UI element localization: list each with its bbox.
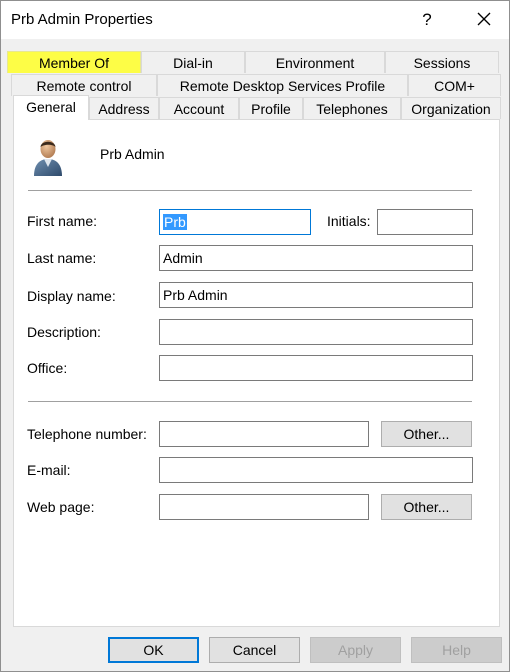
- telephone-other-button[interactable]: Other...: [381, 421, 472, 447]
- user-icon: [31, 137, 65, 177]
- user-display-header: Prb Admin: [100, 146, 165, 162]
- first-name-label: First name:: [27, 213, 98, 229]
- initials-label: Initials:: [327, 213, 371, 229]
- ok-button[interactable]: OK: [108, 637, 199, 663]
- display-name-label: Display name:: [27, 288, 116, 304]
- first-name-value: Prb: [163, 214, 187, 230]
- web-page-field[interactable]: [159, 494, 369, 520]
- last-name-field[interactable]: Admin: [159, 245, 473, 271]
- web-page-label: Web page:: [27, 499, 95, 515]
- properties-dialog: Prb Admin Properties ? Member Of Dial-in…: [0, 0, 510, 672]
- initials-field[interactable]: [377, 209, 473, 235]
- tab-environment[interactable]: Environment: [245, 51, 385, 73]
- telephone-label: Telephone number:: [27, 426, 147, 442]
- email-field[interactable]: [159, 457, 473, 483]
- close-button[interactable]: [471, 7, 497, 33]
- tab-rds-profile[interactable]: Remote Desktop Services Profile: [157, 74, 408, 96]
- tab-organization[interactable]: Organization: [401, 97, 501, 119]
- tab-com-plus[interactable]: COM+: [408, 74, 501, 96]
- apply-button[interactable]: Apply: [310, 637, 401, 663]
- separator: [28, 401, 472, 402]
- web-page-other-button[interactable]: Other...: [381, 494, 472, 520]
- description-label: Description:: [27, 324, 101, 340]
- tab-general[interactable]: General: [13, 95, 89, 120]
- last-name-label: Last name:: [27, 250, 97, 266]
- tab-member-of[interactable]: Member Of: [7, 51, 141, 73]
- help-button[interactable]: Help: [411, 637, 502, 663]
- tab-sessions[interactable]: Sessions: [385, 51, 499, 73]
- tab-dial-in[interactable]: Dial-in: [141, 51, 245, 73]
- first-name-field[interactable]: Prb: [159, 209, 311, 235]
- telephone-field[interactable]: [159, 421, 369, 447]
- office-field[interactable]: [159, 355, 473, 381]
- tab-telephones[interactable]: Telephones: [303, 97, 401, 119]
- tab-address[interactable]: Address: [89, 97, 159, 119]
- description-field[interactable]: [159, 319, 473, 345]
- close-icon: [477, 12, 491, 26]
- tab-profile[interactable]: Profile: [239, 97, 303, 119]
- tab-account[interactable]: Account: [159, 97, 239, 119]
- cancel-button[interactable]: Cancel: [209, 637, 300, 663]
- title-bar: Prb Admin Properties ?: [1, 1, 509, 39]
- display-name-field[interactable]: Prb Admin: [159, 282, 473, 308]
- help-title-button[interactable]: ?: [415, 7, 439, 33]
- office-label: Office:: [27, 360, 68, 376]
- tab-remote-control[interactable]: Remote control: [11, 74, 157, 96]
- window-title: Prb Admin Properties: [11, 11, 153, 28]
- separator: [28, 190, 472, 191]
- email-label: E-mail:: [27, 462, 71, 478]
